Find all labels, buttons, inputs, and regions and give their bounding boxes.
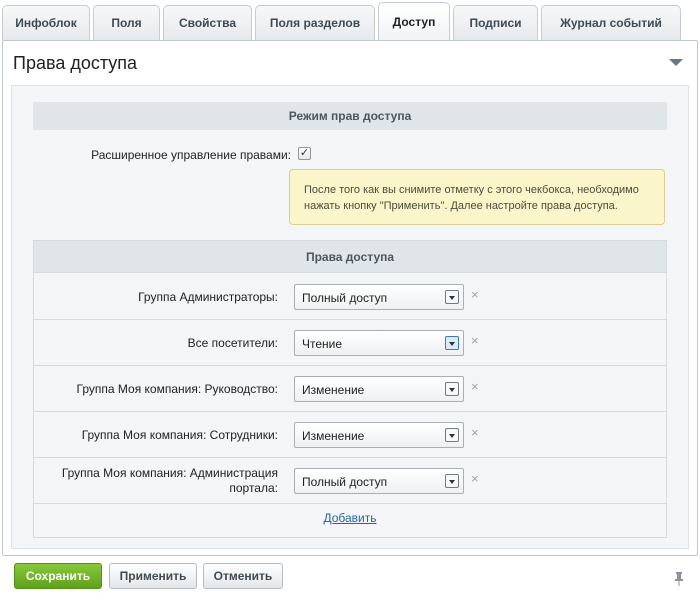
add-row-container: Добавить: [34, 511, 666, 525]
extended-rights-checkbox[interactable]: ✓: [298, 147, 311, 160]
chevron-down-icon[interactable]: [445, 382, 459, 396]
access-select-value: Полный доступ: [302, 291, 388, 305]
tab-section-fields[interactable]: Поля разделов: [255, 5, 375, 40]
access-select[interactable]: Полный доступ: [294, 468, 464, 494]
panel-body: Режим прав доступа Расширенное управлени…: [11, 85, 689, 549]
tab-access[interactable]: Доступ: [378, 2, 450, 41]
table-row: Группа Моя компания: Администрация порта…: [34, 458, 666, 504]
access-panel: Права доступа Режим прав доступа Расшире…: [2, 40, 698, 556]
table-row: Группа Моя компания: Руководство: Измене…: [34, 366, 666, 412]
group-label: Группа Моя компания: Администрация порта…: [34, 466, 278, 496]
notice-text: После того как вы снимите отметку с этог…: [304, 184, 639, 212]
chevron-down-icon[interactable]: [669, 59, 683, 66]
close-icon[interactable]: ×: [471, 472, 479, 486]
access-select-value: Изменение: [302, 383, 365, 397]
chevron-down-icon[interactable]: [445, 474, 459, 488]
tab-fields[interactable]: Поля: [93, 5, 160, 40]
notice-box: После того как вы снимите отметку с этог…: [289, 169, 665, 225]
access-select[interactable]: Полный доступ: [294, 284, 464, 310]
chevron-down-icon[interactable]: [445, 428, 459, 442]
group-label: Группа Моя компания: Руководство:: [76, 382, 278, 396]
cancel-button[interactable]: Отменить: [203, 563, 283, 589]
group-label: Все посетители:: [187, 336, 278, 350]
close-icon[interactable]: ×: [471, 288, 479, 302]
access-select-value: Изменение: [302, 429, 365, 443]
pin-icon[interactable]: [673, 571, 685, 587]
checkmark-icon: ✓: [299, 147, 310, 159]
tab-captions[interactable]: Подписи: [453, 5, 538, 40]
table-row: Группа Моя компания: Сотрудники: Изменен…: [34, 412, 666, 458]
tab-event-log[interactable]: Журнал событий: [541, 5, 681, 40]
group-label-line: портала:: [229, 481, 278, 495]
chevron-down-icon[interactable]: [445, 336, 459, 350]
rights-section-heading: Права доступа: [34, 241, 666, 273]
save-button[interactable]: Сохранить: [14, 563, 102, 589]
table-row: Все посетители: Чтение ×: [34, 320, 666, 366]
close-icon[interactable]: ×: [471, 380, 479, 394]
rights-table: Права доступа Группа Администраторы: Пол…: [33, 240, 667, 538]
group-label: Группа Моя компания: Сотрудники:: [81, 428, 278, 442]
extended-rights-label: Расширенное управление правами:: [91, 148, 291, 162]
panel-title: Права доступа: [13, 53, 138, 73]
access-select-value: Полный доступ: [302, 475, 388, 489]
access-select[interactable]: Изменение: [294, 376, 464, 402]
group-label: Группа Администраторы:: [138, 290, 278, 304]
tab-properties[interactable]: Свойства: [163, 5, 252, 40]
add-link[interactable]: Добавить: [323, 511, 376, 525]
access-select[interactable]: Чтение: [294, 330, 464, 356]
chevron-down-icon[interactable]: [445, 290, 459, 304]
tab-bar: Инфоблок Поля Свойства Поля разделов Дос…: [0, 0, 700, 41]
table-row: Группа Администраторы: Полный доступ ×: [34, 274, 666, 320]
access-select-value: Чтение: [302, 337, 343, 351]
close-icon[interactable]: ×: [471, 334, 479, 348]
close-icon[interactable]: ×: [471, 426, 479, 440]
mode-section-heading: Режим прав доступа: [33, 102, 667, 130]
apply-button[interactable]: Применить: [109, 563, 197, 589]
group-label-line: Группа Моя компания: Администрация: [61, 466, 278, 480]
tab-infoblock[interactable]: Инфоблок: [2, 5, 90, 40]
access-select[interactable]: Изменение: [294, 422, 464, 448]
